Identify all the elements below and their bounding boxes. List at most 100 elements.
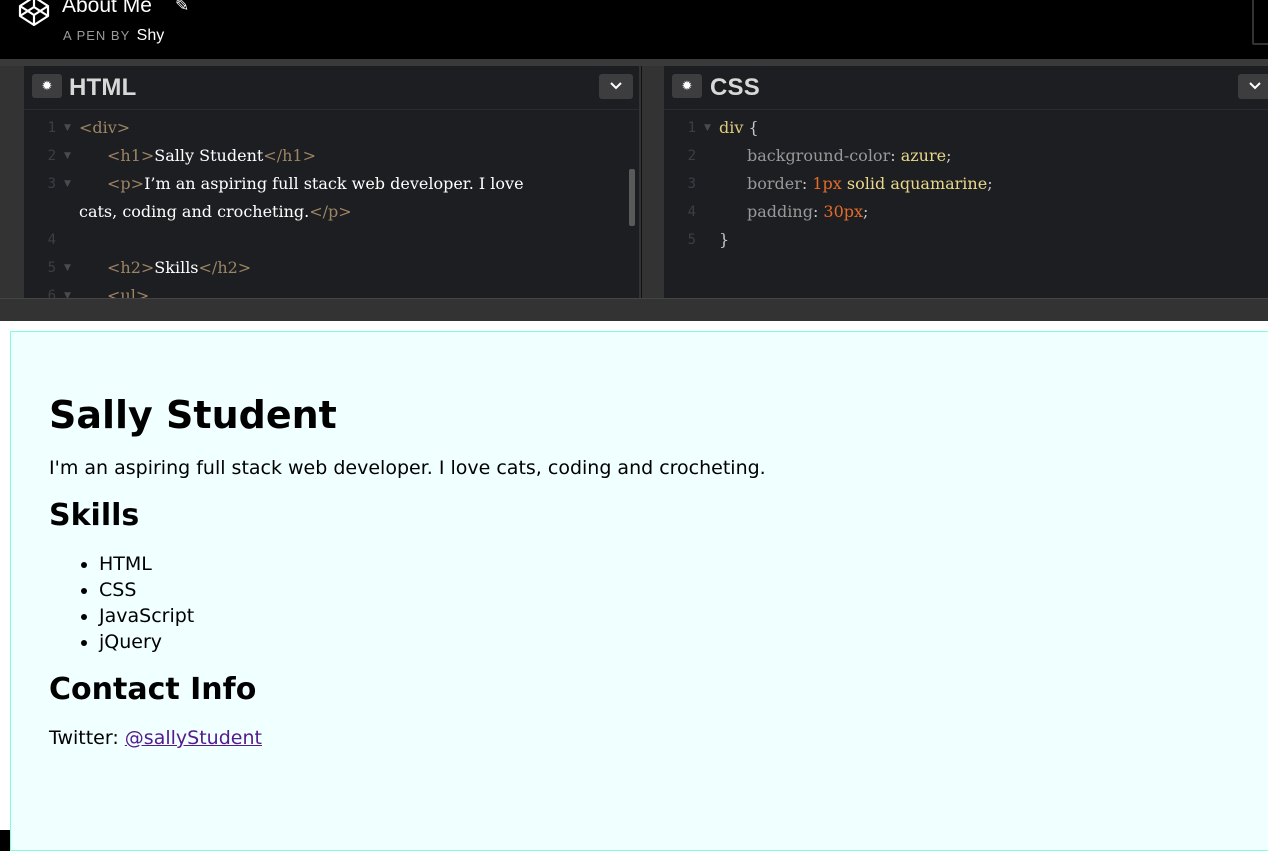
code-line[interactable]: 3 ▼ <p>I’m an aspiring full stack web deve…	[24, 170, 639, 198]
line-number: 3	[47, 176, 56, 192]
editor-bottom-resize-bar[interactable]	[0, 298, 1268, 322]
code-token: padding	[747, 202, 813, 221]
code-token: azure	[900, 146, 947, 165]
fold-arrow-icon[interactable]: ▼	[64, 142, 71, 170]
code-text: cats, coding and crocheting.</p>	[79, 198, 352, 226]
list-item: HTML	[99, 551, 1239, 577]
divider-line	[641, 66, 642, 298]
code-line[interactable]: 3 border: 1px solid aquamarine;	[664, 170, 1268, 198]
pencil-edit-icon[interactable]: ✎	[175, 0, 189, 16]
code-line[interactable]: 6 ▼ <ul>	[24, 282, 639, 298]
code-text: }	[719, 226, 729, 254]
code-line[interactable]: 5 ▼ <h2>Skills</h2>	[24, 254, 639, 282]
line-number: 4	[687, 204, 696, 220]
code-token: <ul>	[107, 286, 150, 298]
html-collapse-button[interactable]	[599, 74, 633, 99]
pen-title[interactable]: About Me	[62, 0, 152, 18]
author-link[interactable]: Shy	[137, 27, 165, 44]
code-token: Skills	[154, 258, 199, 277]
code-token: ;	[946, 146, 952, 165]
editor-area: ✹ HTML 1 ▼ <div> 2 ▼ <h1>Sally Student</h1> 3 ▼…	[0, 59, 1268, 322]
fold-arrow-icon[interactable]: ▼	[64, 170, 71, 198]
editor-top-border	[0, 59, 1268, 66]
skills-list: HTML CSS JavaScript jQuery	[49, 551, 1239, 655]
preview-intro: I'm an aspiring full stack web developer…	[49, 457, 766, 479]
list-item: jQuery	[99, 629, 1239, 655]
chevron-down-icon	[610, 82, 622, 90]
code-token: div	[719, 118, 744, 137]
code-text: div {	[719, 114, 759, 142]
line-number: 1	[687, 120, 696, 136]
list-item: CSS	[99, 577, 1239, 603]
line-number: 2	[47, 148, 56, 164]
list-item: JavaScript	[99, 603, 1239, 629]
line-number: 3	[687, 176, 696, 192]
code-token: }	[719, 230, 730, 249]
byline-prefix: A PEN BY	[63, 28, 131, 43]
code-text: padding: 30px;	[747, 198, 868, 226]
html-editor-scrollbar[interactable]	[629, 169, 635, 226]
code-token: <h2>	[107, 258, 155, 277]
code-line[interactable]: 2 background-color: azure;	[664, 142, 1268, 170]
code-token: <div>	[79, 118, 131, 137]
editor-resize-divider[interactable]	[639, 66, 664, 298]
code-token: cats, coding and crocheting.	[79, 202, 310, 221]
codepen-logo-icon[interactable]	[17, 0, 51, 28]
css-settings-gear-icon[interactable]: ✹	[672, 74, 702, 98]
code-line[interactable]: cats, coding and crocheting.</p>	[24, 198, 639, 226]
code-line[interactable]: 1 ▼ <div>	[24, 114, 639, 142]
code-token: Sally Student	[154, 146, 264, 165]
code-token: :	[812, 202, 824, 221]
code-token: ;	[863, 202, 869, 221]
html-panel-title: HTML	[69, 74, 137, 101]
line-number: 1	[47, 120, 56, 136]
css-panel-title: CSS	[710, 74, 760, 101]
code-line[interactable]: 5}	[664, 226, 1268, 254]
fold-arrow-icon[interactable]: ▼	[64, 282, 71, 298]
html-code-editor[interactable]: 1 ▼ <div> 2 ▼ <h1>Sally Student</h1> 3 ▼ <p>I’m …	[24, 114, 639, 298]
code-token: solid aquamarine	[841, 174, 988, 193]
css-code-editor[interactable]: 1 ▼ div {2 background-color: azure; 3 border:…	[664, 114, 1268, 254]
html-editor-panel: ✹ HTML 1 ▼ <div> 2 ▼ <h1>Sally Student</h1> 3 ▼…	[24, 66, 639, 298]
code-token: 30px	[823, 202, 864, 221]
preview-heading: Sally Student	[49, 393, 337, 437]
line-number: 5	[47, 260, 56, 276]
code-line[interactable]: 4	[24, 226, 639, 254]
chevron-down-icon	[1249, 82, 1261, 90]
code-text: <h2>Skills</h2>	[107, 254, 251, 282]
code-token: <h1>	[107, 146, 155, 165]
code-token: {	[743, 118, 759, 137]
code-token: border	[747, 174, 802, 193]
code-text: <p>I’m an aspiring full stack web develo…	[107, 170, 524, 198]
css-collapse-button[interactable]	[1238, 74, 1268, 99]
code-token: :	[890, 146, 901, 165]
code-text: <div>	[79, 114, 130, 142]
left-resize-gutter[interactable]	[0, 66, 24, 298]
twitter-line: Twitter: @sallyStudent	[49, 725, 1239, 751]
code-text: border: 1px solid aquamarine;	[747, 170, 993, 198]
code-token: </h1>	[263, 146, 316, 165]
twitter-link[interactable]: @sallyStudent	[125, 727, 262, 749]
fold-arrow-icon[interactable]: ▼	[704, 114, 711, 142]
contact-heading: Contact Info	[49, 672, 257, 707]
code-token: :	[801, 174, 813, 193]
html-panel-header: ✹ HTML	[24, 66, 639, 110]
css-panel-header: ✹ CSS	[664, 66, 1268, 110]
fold-arrow-icon[interactable]: ▼	[64, 114, 71, 142]
code-line[interactable]: 1 ▼ div {	[664, 114, 1268, 142]
line-number: 4	[47, 232, 56, 248]
code-text: background-color: azure;	[747, 142, 951, 170]
html-settings-gear-icon[interactable]: ✹	[32, 74, 62, 98]
fold-arrow-icon[interactable]: ▼	[64, 254, 71, 282]
code-line[interactable]: 4 padding: 30px;	[664, 198, 1268, 226]
line-number: 6	[47, 288, 56, 298]
code-token: ;	[987, 174, 993, 193]
code-line[interactable]: 2 ▼ <h1>Sally Student</h1>	[24, 142, 639, 170]
preview-content-div: Sally Student I'm an aspiring full stack…	[10, 331, 1268, 851]
header-action-button[interactable]	[1252, 0, 1268, 45]
twitter-label: Twitter:	[49, 727, 125, 749]
css-editor-panel: ✹ CSS 1 ▼ div {2 background-color: azure; 3 b…	[664, 66, 1268, 298]
pen-byline: A PEN BY Shy	[63, 27, 164, 45]
code-token: <p>	[107, 174, 145, 193]
code-token: background-color	[747, 146, 891, 165]
